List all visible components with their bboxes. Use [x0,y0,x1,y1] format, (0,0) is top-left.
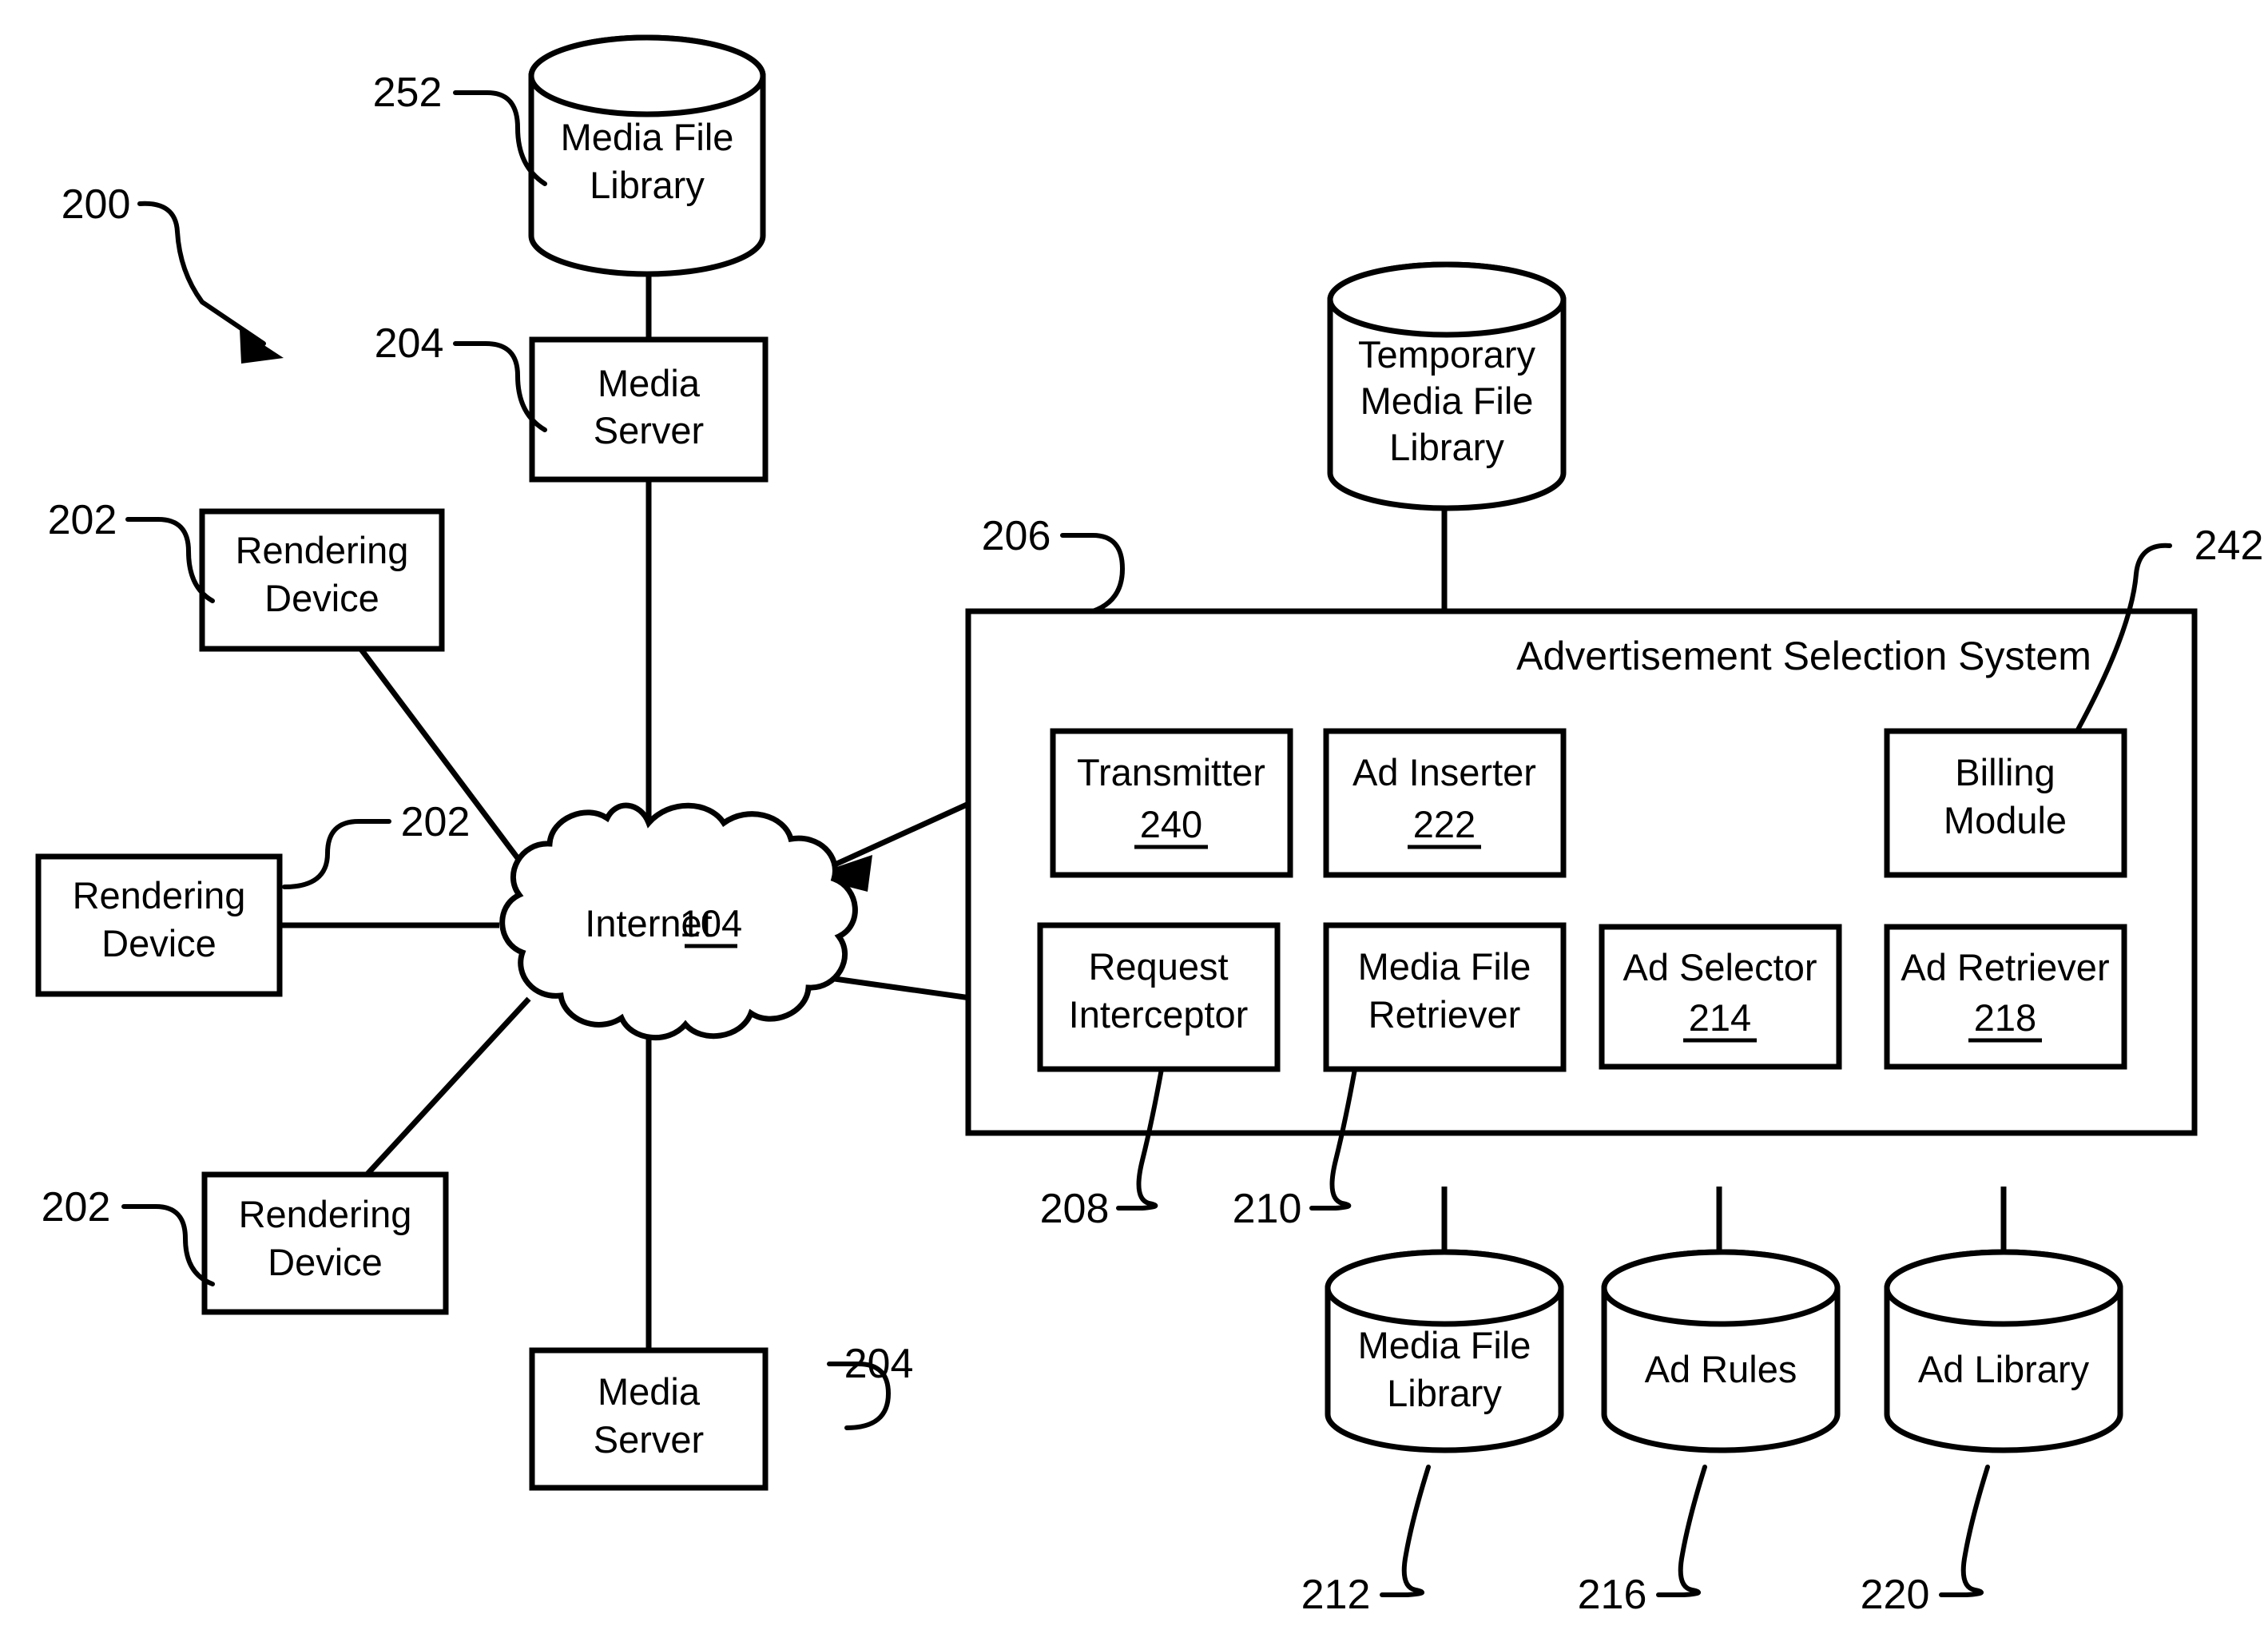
media-file-retriever-line1: Media File [1358,945,1531,988]
tmfl-line1: Temporary [1358,333,1536,376]
leader-200 [137,201,266,346]
ad-library-label: Ad Library [1918,1348,2090,1390]
ref-number-210: 210 [1233,1186,1302,1232]
media-file-retriever-box: Media File Retriever [1323,922,1567,1072]
media-file-library-top-cylinder: Media File Library [528,34,766,277]
ad-rules-top-ellipse [1601,1249,1841,1327]
transmitter-label: Transmitter [1077,751,1265,793]
ref-number-242: 242 [2195,523,2264,569]
ad-retriever-box: Ad Retriever 218 [1884,924,2127,1070]
rendering-device-1-box: Rendering Device [199,508,445,652]
media-file-library-bottom-line2: Library [1387,1372,1502,1414]
billing-module-line2: Module [1944,799,2067,841]
advertisement-selection-system-title: Advertisement Selection System [1516,634,2091,678]
ad-inserter-ref-222: 222 [1413,803,1476,845]
media-server-top-line1: Media [598,362,701,404]
media-server-top-box: Media Server [529,336,769,483]
media-file-library-bottom-cylinder: Media File Library [1325,1249,1564,1453]
internet-cloud-ref: 104 [680,902,742,944]
media-file-retriever-line2: Retriever [1368,993,1521,1036]
ref-number-216: 216 [1578,1572,1647,1618]
ad-library-cylinder: Ad Library [1884,1249,2123,1453]
rendering-device-1-line1: Rendering [236,529,409,571]
ref-number-200: 200 [62,181,131,228]
ad-inserter-box: Ad Inserter 222 [1323,728,1567,878]
request-interceptor-line2: Interceptor [1069,993,1249,1036]
media-server-bottom-box: Media Server [529,1347,769,1491]
ad-selector-label: Ad Selector [1623,946,1817,988]
mfl-bottom-top-ellipse [1325,1249,1564,1327]
patent-figure-page: Media File Library 252 200 Media Server … [0,0,2268,1626]
rendering-device-2-line2: Device [101,922,216,964]
billing-module-line1: Billing [1955,751,2055,793]
ref-number-208: 208 [1040,1186,1110,1232]
ref-number-206: 206 [982,513,1051,559]
ref-number-202-1: 202 [48,497,117,543]
media-server-bottom-line1: Media [598,1370,701,1413]
tmfl-line2: Media File [1360,380,1534,422]
media-file-library-bottom-line1: Media File [1358,1324,1531,1366]
transmitter-ref-240: 240 [1140,803,1202,845]
rendering-device-3-line2: Device [268,1241,383,1283]
media-file-library-top-line2: Library [590,164,705,206]
leader-202-2 [282,819,391,889]
ad-inserter-label: Ad Inserter [1352,751,1536,793]
ad-retriever-label: Ad Retriever [1901,946,2109,988]
ref-number-202-2: 202 [401,799,471,845]
ad-selector-ref-214: 214 [1689,996,1751,1039]
leader-206 [1060,533,1125,614]
internet-cloud: Internet 104 [499,802,858,1041]
leader-212 [1380,1465,1431,1597]
leader-202-3 [121,1204,215,1286]
ref-number-204-top: 204 [375,320,444,367]
media-file-library-top-line1: Media File [561,116,734,158]
ad-library-top-ellipse [1884,1249,2123,1327]
rendering-device-2-box: Rendering Device [35,853,283,997]
tmfl-top-ellipse [1327,261,1567,338]
rendering-device-3-box: Rendering Device [201,1171,449,1315]
ref-number-220: 220 [1861,1572,1930,1618]
connector-rd3-to-cloud [357,996,531,1185]
leader-220 [1939,1465,1990,1597]
media-server-top-line2: Server [594,409,704,451]
temporary-media-file-library-cylinder: Temporary Media File Library [1327,261,1567,511]
ref-number-202-3: 202 [42,1184,111,1230]
tmfl-line3: Library [1389,426,1504,468]
rendering-device-1-line2: Device [264,577,379,619]
media-server-bottom-line2: Server [594,1418,704,1461]
ad-retriever-ref-218: 218 [1974,996,2036,1039]
rendering-device-2-line1: Rendering [73,874,246,916]
arrowhead-200 [240,329,284,364]
cylinder-top-ellipse [528,34,766,117]
rendering-device-3-line1: Rendering [239,1193,412,1235]
transmitter-box: Transmitter 240 [1050,728,1293,878]
ad-rules-cylinder: Ad Rules [1601,1249,1841,1453]
system-diagram: Media File Library 252 200 Media Server … [35,34,2264,1618]
leader-216 [1656,1465,1707,1597]
ref-number-252: 252 [373,70,443,116]
ref-number-212: 212 [1301,1572,1371,1618]
ad-selector-box: Ad Selector 214 [1599,924,1842,1070]
billing-module-box: Billing Module [1884,728,2127,878]
ad-rules-label: Ad Rules [1645,1348,1797,1390]
request-interceptor-line1: Request [1088,945,1228,988]
ref-number-204-bottom: 204 [844,1341,914,1387]
request-interceptor-box: Request Interceptor [1037,922,1281,1072]
